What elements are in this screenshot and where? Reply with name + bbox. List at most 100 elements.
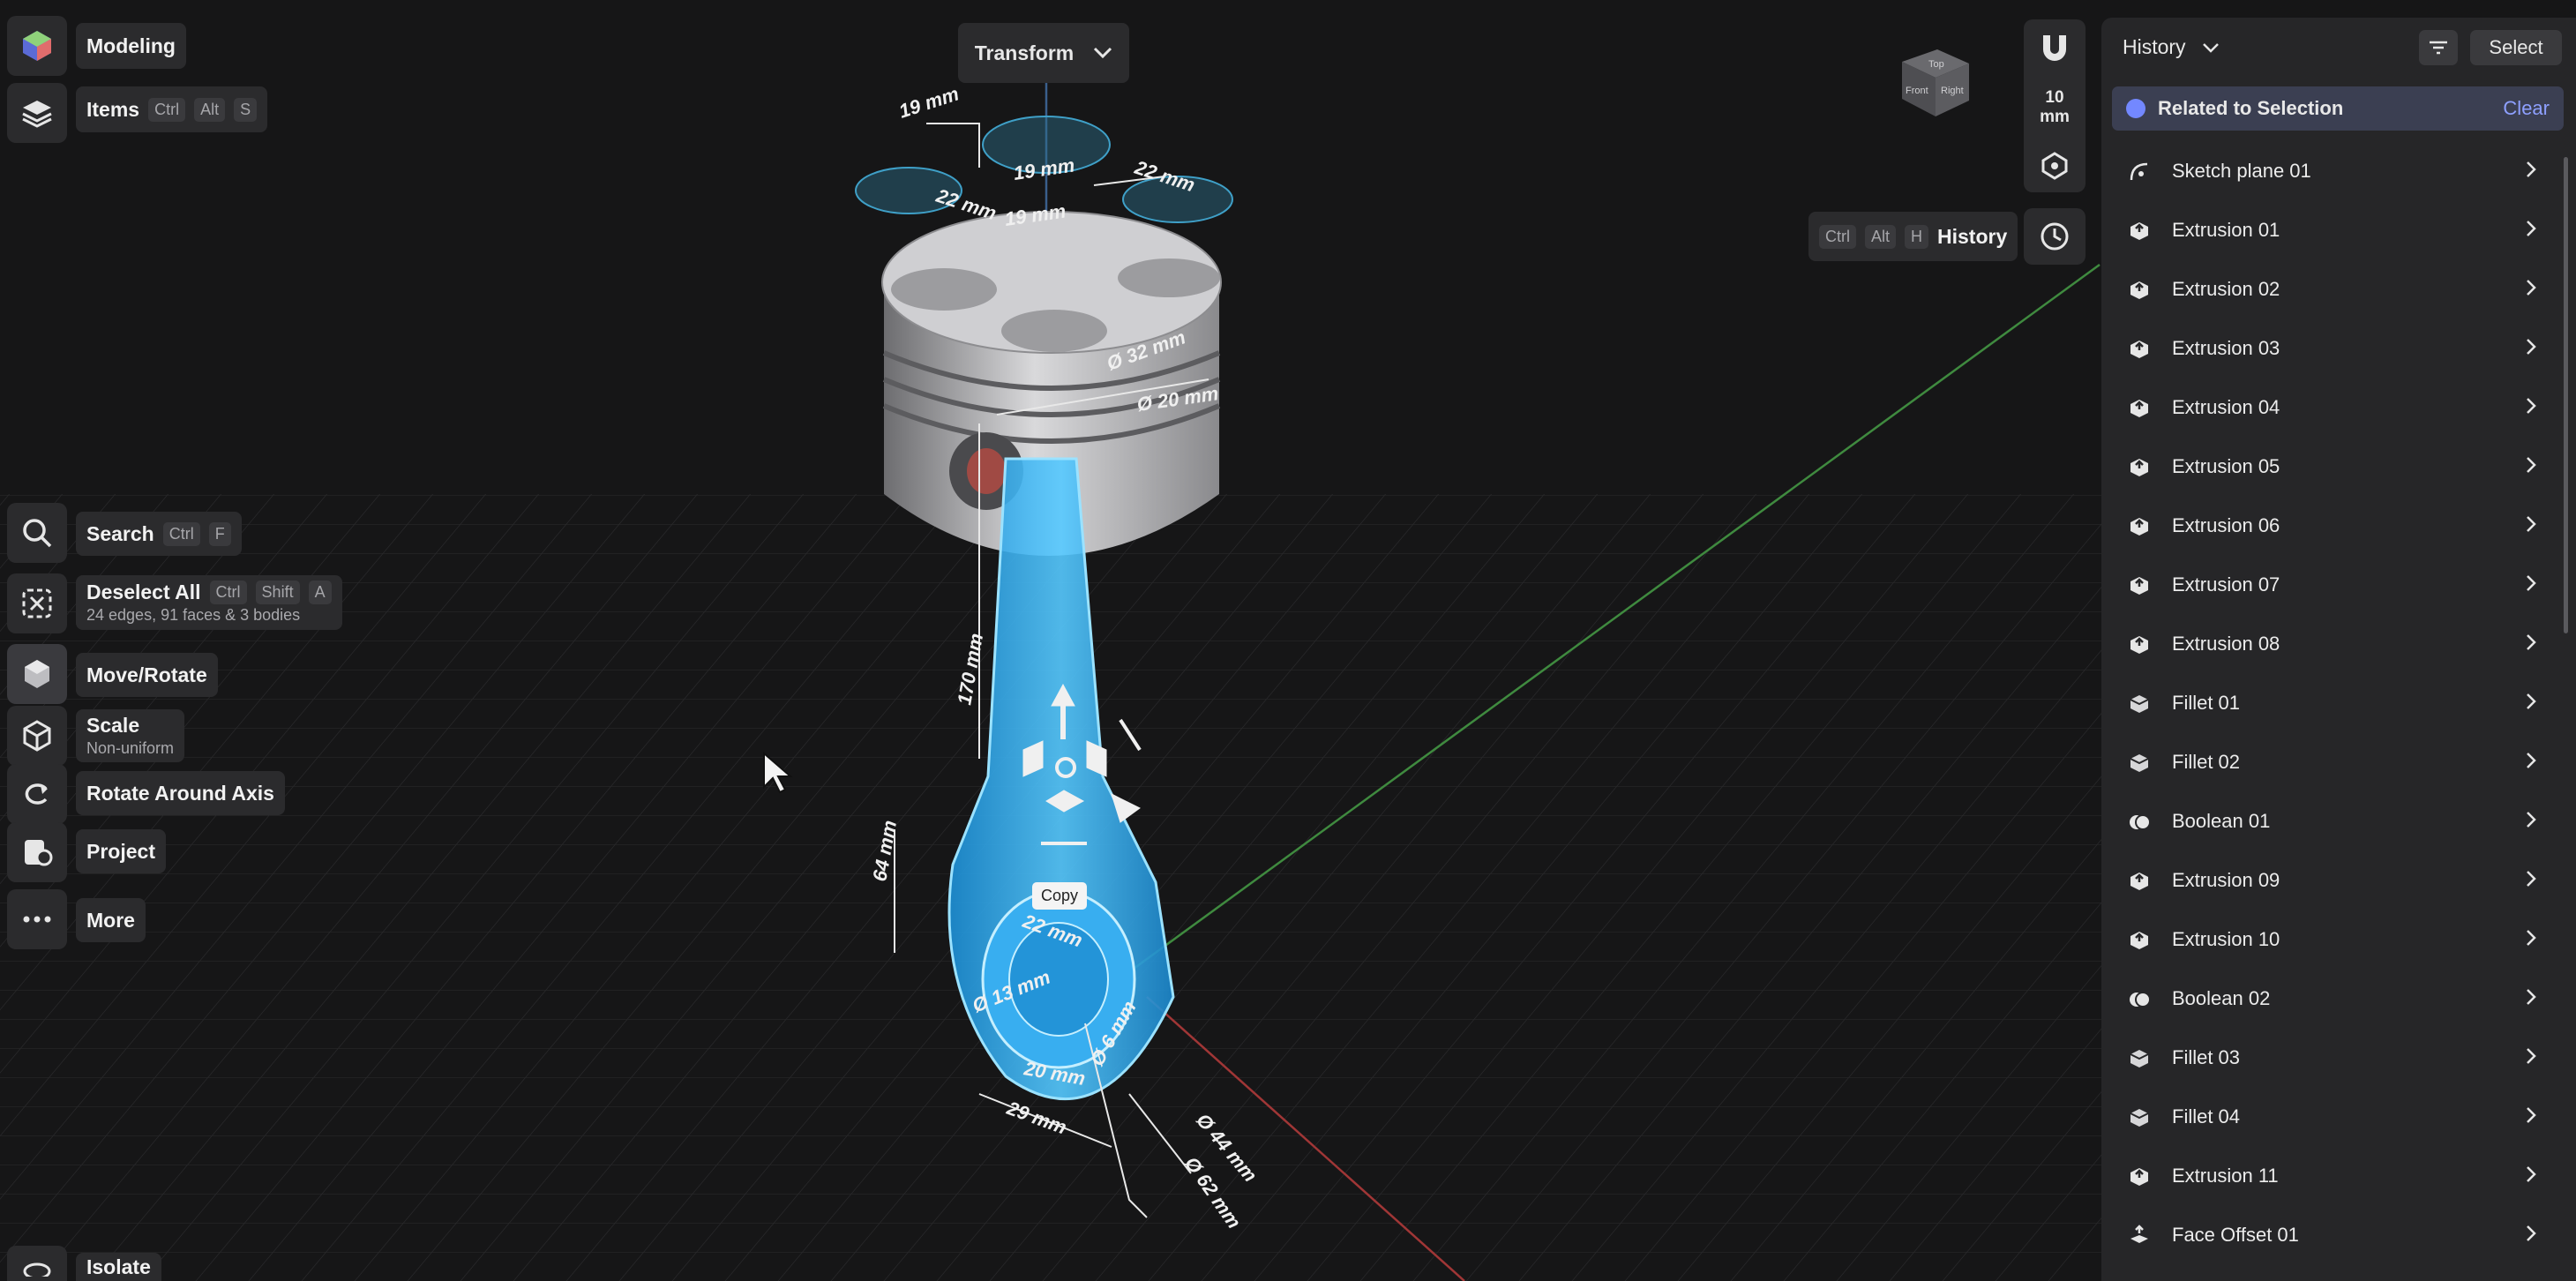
- history-item-name: Extrusion 07: [2172, 573, 2280, 596]
- chevron-right-icon[interactable]: [2520, 335, 2542, 358]
- chevron-right-icon[interactable]: [2520, 453, 2542, 476]
- chevron-right-icon[interactable]: [2520, 1104, 2542, 1127]
- history-item[interactable]: Boolean 02: [2101, 969, 2560, 1028]
- project-label[interactable]: Project: [76, 829, 166, 873]
- chevron-right-icon[interactable]: [2520, 867, 2542, 890]
- rotate-axis-icon: [25, 783, 48, 805]
- grid-size-button[interactable]: 10 mm: [2024, 88, 2086, 127]
- history-item[interactable]: Extrusion 01: [2101, 200, 2560, 259]
- shortcut-key: Ctrl: [209, 581, 247, 604]
- project-tile[interactable]: [7, 822, 67, 882]
- more-label[interactable]: More: [76, 898, 146, 942]
- magnet-snap-button[interactable]: [2038, 32, 2071, 71]
- history-item[interactable]: Extrusion 08: [2101, 614, 2560, 673]
- chevron-right-icon[interactable]: [2520, 394, 2542, 417]
- chevron-right-icon[interactable]: [2520, 1045, 2542, 1068]
- shortcut-key: Alt: [1865, 224, 1897, 249]
- extrude-icon: [2128, 929, 2151, 952]
- select-button[interactable]: Select: [2470, 30, 2562, 65]
- related-to-selection-filter[interactable]: Related to Selection Clear: [2112, 86, 2564, 131]
- history-item[interactable]: Extrusion 07: [2101, 555, 2560, 614]
- move-rotate-tile[interactable]: [7, 644, 67, 704]
- scale-label[interactable]: Scale Non-uniform: [76, 709, 185, 762]
- isolate-label[interactable]: Isolate: [76, 1253, 161, 1281]
- chevron-right-icon[interactable]: [2520, 1222, 2542, 1245]
- history-item[interactable]: Extrusion 10: [2101, 910, 2560, 969]
- chevron-right-icon[interactable]: [2520, 217, 2542, 240]
- chevron-right-icon[interactable]: [2520, 276, 2542, 299]
- history-item-name: Boolean 02: [2172, 986, 2271, 1009]
- history-item[interactable]: Extrusion 06: [2101, 496, 2560, 555]
- history-item[interactable]: Extrusion 05: [2101, 437, 2560, 496]
- history-item-name: Extrusion 03: [2172, 336, 2280, 359]
- history-item[interactable]: Fillet 03: [2101, 1028, 2560, 1087]
- items-tile[interactable]: [7, 83, 67, 143]
- history-list: Sketch plane 01 Extrusion 01 Extrusion 02 E…: [2101, 141, 2560, 1264]
- chevron-right-icon[interactable]: [2520, 158, 2542, 181]
- history-scrollbar[interactable]: [2564, 157, 2568, 633]
- chevron-right-icon[interactable]: [2520, 985, 2542, 1008]
- chevron-right-icon[interactable]: [2520, 1163, 2542, 1186]
- history-item[interactable]: Extrusion 11: [2101, 1146, 2560, 1205]
- history-item-name: Extrusion 10: [2172, 927, 2280, 950]
- shortcut-key: A: [308, 581, 332, 604]
- more-dots-icon: [23, 916, 51, 923]
- isolate-tile[interactable]: [7, 1246, 67, 1281]
- history-item[interactable]: Sketch plane 01: [2101, 141, 2560, 200]
- panel-title-dropdown[interactable]: History: [2123, 35, 2220, 59]
- modeling-tile[interactable]: [7, 16, 67, 76]
- history-item-name: Face Offset 01: [2172, 1223, 2299, 1246]
- history-item[interactable]: Extrusion 02: [2101, 259, 2560, 318]
- history-item-name: Sketch plane 01: [2172, 159, 2311, 182]
- history-item[interactable]: Extrusion 09: [2101, 850, 2560, 910]
- modeling-label[interactable]: Modeling: [76, 23, 186, 69]
- extrude-icon: [2128, 279, 2151, 302]
- transform-dropdown[interactable]: Transform: [958, 23, 1129, 83]
- deselect-all-tile[interactable]: [7, 573, 67, 633]
- history-item-name: Extrusion 02: [2172, 277, 2280, 300]
- items-label[interactable]: Items Ctrl Alt S: [76, 86, 268, 132]
- deselect-all-label[interactable]: Deselect All Ctrl Shift A 24 edges, 91 f…: [76, 575, 342, 630]
- history-shortcut-hint: Ctrl Alt H History: [1808, 212, 2018, 261]
- history-item[interactable]: Fillet 01: [2101, 673, 2560, 732]
- chevron-right-icon[interactable]: [2520, 690, 2542, 713]
- chevron-right-icon[interactable]: [2520, 572, 2542, 595]
- clock-icon: [2041, 222, 2069, 251]
- history-item[interactable]: Fillet 04: [2101, 1087, 2560, 1146]
- rotate-axis-label[interactable]: Rotate Around Axis: [76, 771, 285, 815]
- history-item[interactable]: Fillet 02: [2101, 732, 2560, 791]
- move-rotate-label[interactable]: Move/Rotate: [76, 653, 218, 697]
- search-label[interactable]: Search Ctrl F: [76, 512, 242, 556]
- history-item[interactable]: Face Offset 01: [2101, 1205, 2560, 1264]
- scale-tile[interactable]: [7, 706, 67, 766]
- filter-icon: [2430, 41, 2447, 55]
- rotate-axis-tile[interactable]: [7, 764, 67, 824]
- chevron-right-icon[interactable]: [2520, 749, 2542, 772]
- snap-target-button[interactable]: [2038, 148, 2071, 186]
- history-item-name: Extrusion 06: [2172, 513, 2280, 536]
- shortcut-key: Ctrl: [148, 97, 186, 122]
- cube-logo-icon: [23, 31, 51, 61]
- more-tile[interactable]: [7, 889, 67, 949]
- history-item[interactable]: Extrusion 03: [2101, 318, 2560, 378]
- chevron-right-icon[interactable]: [2520, 926, 2542, 949]
- history-item[interactable]: Boolean 01: [2101, 791, 2560, 850]
- extrude-icon: [2128, 220, 2151, 243]
- chevron-right-icon[interactable]: [2520, 808, 2542, 831]
- chevron-right-icon[interactable]: [2520, 513, 2542, 536]
- chevron-right-icon[interactable]: [2520, 631, 2542, 654]
- shortcut-key: F: [208, 521, 231, 546]
- search-icon: [23, 519, 52, 548]
- history-item[interactable]: Extrusion 04: [2101, 378, 2560, 437]
- history-panel: History Select Related to Selection Clea…: [2101, 18, 2576, 1281]
- extrude-icon: [2128, 456, 2151, 479]
- filter-button[interactable]: [2419, 30, 2458, 65]
- history-item-name: Extrusion 08: [2172, 632, 2280, 655]
- move-rotate-icon: [25, 660, 49, 688]
- copy-tooltip: Copy: [1032, 882, 1088, 910]
- history-toggle-button[interactable]: [2024, 208, 2086, 265]
- extrude-icon: [2128, 1165, 2151, 1188]
- clear-filter-button[interactable]: Clear: [2503, 97, 2550, 120]
- view-cube[interactable]: Top Front Right: [1902, 49, 1969, 116]
- search-tile[interactable]: [7, 503, 67, 563]
